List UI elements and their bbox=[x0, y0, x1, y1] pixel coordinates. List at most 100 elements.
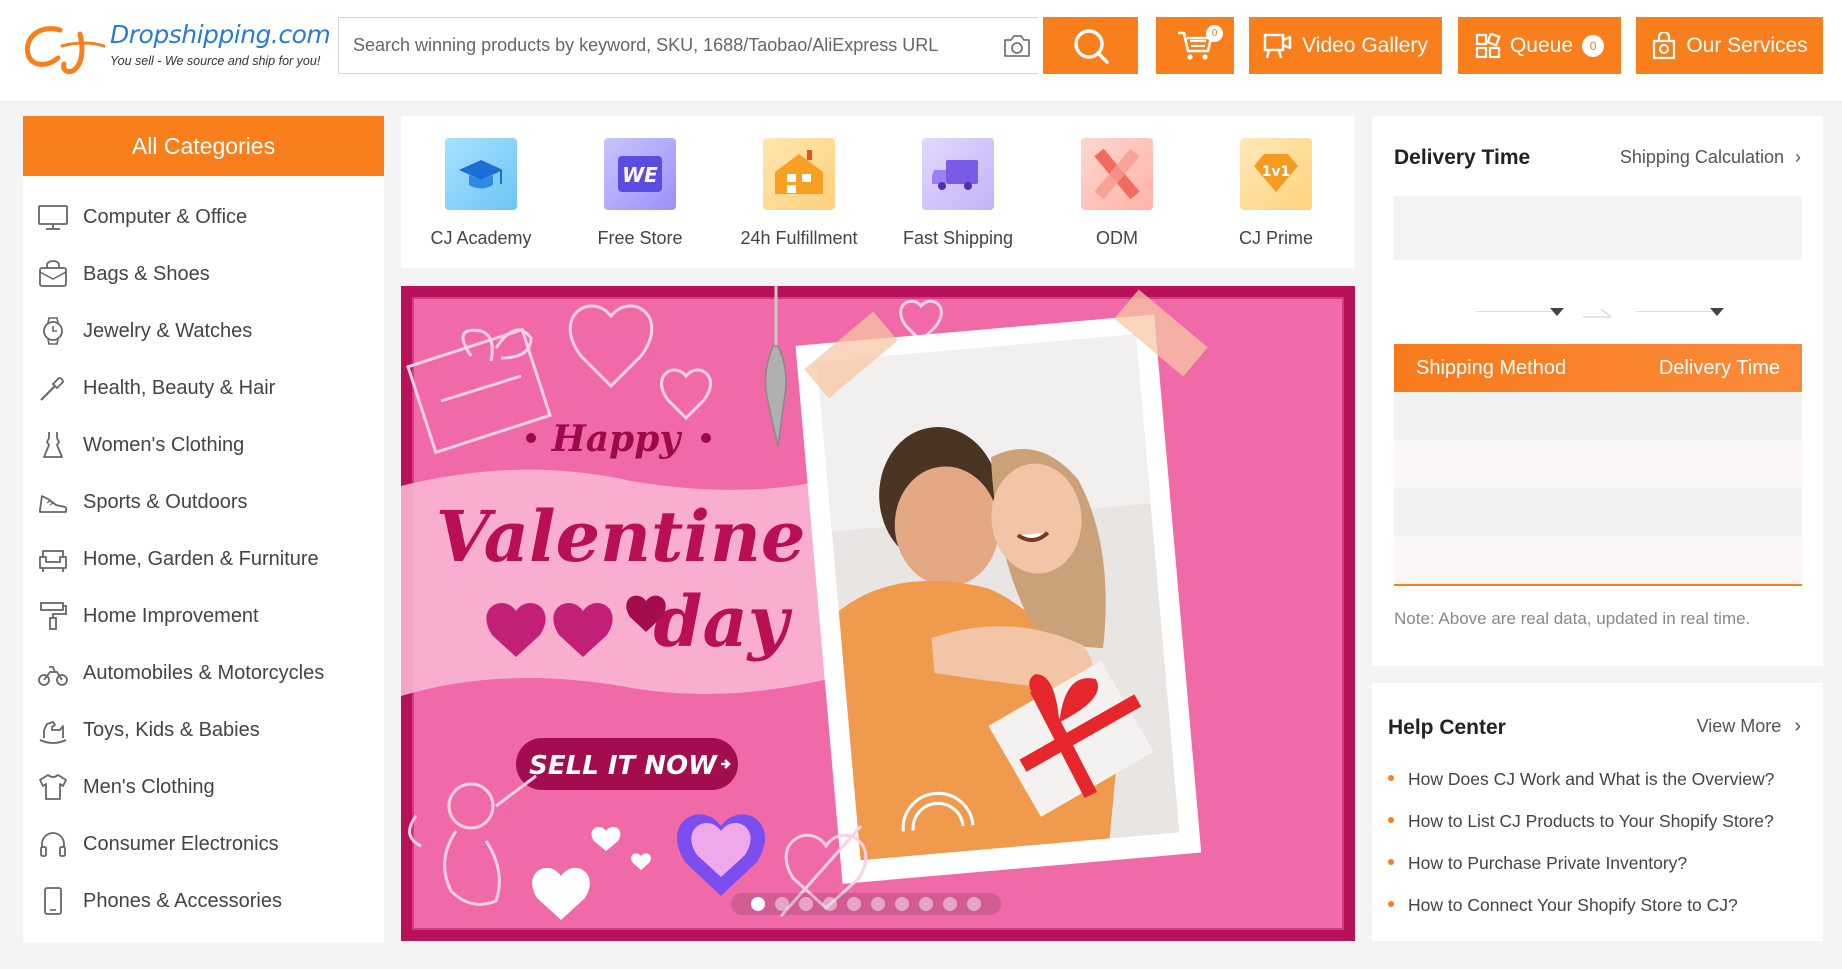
category-label: Women's Clothing bbox=[83, 433, 245, 456]
watch-icon bbox=[43, 317, 63, 345]
help-article-label: How to Purchase Private Inventory? bbox=[1408, 853, 1688, 873]
warehouse-icon bbox=[763, 138, 835, 210]
brush-icon bbox=[40, 377, 64, 401]
to-country-select[interactable] bbox=[1636, 300, 1731, 324]
category-label: Consumer Electronics bbox=[83, 832, 279, 855]
rocking-horse-icon bbox=[39, 721, 67, 744]
shipping-calculation-link[interactable]: Shipping Calculation › bbox=[1620, 147, 1801, 168]
quick-link-label: Fast Shipping bbox=[902, 228, 1014, 248]
diamond-1v1-icon: 1v1 bbox=[1240, 138, 1312, 210]
motorcycle-icon bbox=[38, 666, 68, 686]
our-services-button[interactable]: Our Services bbox=[1636, 17, 1823, 74]
table-row bbox=[1394, 440, 1802, 488]
category-label: Home, Garden & Furniture bbox=[83, 547, 319, 570]
delivery-note: Note: Above are real data, updated in re… bbox=[1394, 609, 1751, 628]
valentines-banner-art: Happy Valentine's day SELL IT NOW bbox=[401, 286, 1344, 930]
headphones-icon bbox=[40, 832, 66, 857]
view-more-link[interactable]: View More › bbox=[1697, 715, 1801, 738]
site-logo[interactable]: Dropshipping.com You sell - We source an… bbox=[22, 18, 332, 78]
delivery-time-panel: Delivery Time Shipping Calculation › Shi… bbox=[1372, 116, 1823, 666]
delivery-product-placeholder bbox=[1394, 196, 1802, 260]
search-input[interactable] bbox=[353, 18, 973, 73]
category-toys-kids-babies[interactable]: Toys, Kids & Babies bbox=[23, 705, 384, 755]
all-categories-header[interactable]: All Categories bbox=[23, 116, 384, 176]
help-center-panel: Help Center View More › How Does CJ Work… bbox=[1372, 683, 1823, 941]
delivery-table: Shipping Method Delivery Time bbox=[1394, 344, 1802, 586]
table-row bbox=[1394, 536, 1802, 584]
category-label: Bags & Shoes bbox=[83, 262, 210, 285]
quick-link-cj-prime[interactable]: 1v1 CJ Prime bbox=[1201, 138, 1351, 249]
graduation-cap-icon bbox=[445, 138, 517, 210]
banner-pagination bbox=[731, 893, 1001, 915]
video-icon bbox=[1263, 33, 1292, 58]
route-arrow-icon bbox=[1583, 308, 1612, 318]
category-label: Sports & Outdoors bbox=[83, 490, 248, 513]
category-womens-clothing[interactable]: Women's Clothing bbox=[23, 420, 384, 470]
delivery-table-header: Shipping Method Delivery Time bbox=[1394, 344, 1802, 392]
category-label: Home Improvement bbox=[83, 604, 259, 627]
category-jewelry-watches[interactable]: Jewelry & Watches bbox=[23, 306, 384, 356]
banner-dot[interactable] bbox=[823, 897, 837, 911]
video-gallery-label: Video Gallery bbox=[1302, 33, 1428, 57]
logo-tagline: You sell - We source and ship for you! bbox=[110, 54, 321, 68]
banner-dot[interactable] bbox=[775, 897, 789, 911]
banner-dot[interactable] bbox=[943, 897, 957, 911]
services-icon bbox=[1653, 31, 1676, 59]
help-article-link[interactable]: How to List CJ Products to Your Shopify … bbox=[1388, 811, 1774, 832]
quick-link-label: CJ Academy bbox=[430, 228, 532, 248]
category-bags-shoes[interactable]: Bags & Shoes bbox=[23, 249, 384, 299]
queue-button[interactable]: Queue 0 bbox=[1458, 17, 1621, 74]
quick-link-fast-shipping[interactable]: Fast Shipping bbox=[883, 138, 1033, 249]
category-health-beauty-hair[interactable]: Health, Beauty & Hair bbox=[23, 363, 384, 413]
banner-dot[interactable] bbox=[967, 897, 981, 911]
queue-label: Queue bbox=[1509, 33, 1574, 57]
search-box bbox=[338, 17, 1038, 74]
category-label: Automobiles & Motorcycles bbox=[83, 661, 325, 684]
search-icon bbox=[1073, 28, 1109, 64]
category-consumer-electronics[interactable]: Consumer Electronics bbox=[23, 819, 384, 869]
cart-button[interactable]: 0 bbox=[1156, 17, 1234, 74]
camera-icon[interactable] bbox=[1002, 32, 1032, 60]
quick-link-label: 24h Fulfillment bbox=[740, 228, 858, 248]
category-label: Toys, Kids & Babies bbox=[83, 718, 260, 741]
happy-text: Happy bbox=[551, 418, 683, 460]
category-label: Health, Beauty & Hair bbox=[83, 376, 276, 399]
category-home-improvement[interactable]: Home Improvement bbox=[23, 591, 384, 641]
banner-dot[interactable] bbox=[895, 897, 909, 911]
category-automobiles-motorcycles[interactable]: Automobiles & Motorcycles bbox=[23, 648, 384, 698]
banner-dot[interactable] bbox=[847, 897, 861, 911]
help-article-link[interactable]: How Does CJ Work and What is the Overvie… bbox=[1388, 769, 1774, 790]
video-gallery-button[interactable]: Video Gallery bbox=[1249, 17, 1442, 74]
promo-banner[interactable]: Happy Valentine's day SELL IT NOW bbox=[401, 286, 1355, 941]
quick-link-label: Free Store bbox=[597, 228, 683, 248]
banner-dot[interactable] bbox=[919, 897, 933, 911]
valentines-text: Valentine's bbox=[436, 495, 866, 578]
quick-link-24h-fulfillment[interactable]: 24h Fulfillment bbox=[724, 138, 874, 249]
category-phones-accessories[interactable]: Phones & Accessories bbox=[23, 876, 384, 926]
from-country-select[interactable] bbox=[1476, 300, 1571, 324]
quick-link-free-store[interactable]: WE Free Store bbox=[565, 138, 715, 249]
help-article-link[interactable]: How to Connect Your Shopify Store to CJ? bbox=[1388, 895, 1738, 916]
banner-dot[interactable] bbox=[871, 897, 885, 911]
category-sports-outdoors[interactable]: Sports & Outdoors bbox=[23, 477, 384, 527]
search-button[interactable] bbox=[1043, 17, 1138, 74]
sofa-icon bbox=[39, 550, 67, 572]
help-article-label: How to List CJ Products to Your Shopify … bbox=[1408, 811, 1774, 831]
cj-logo-icon bbox=[24, 26, 106, 75]
bag-icon bbox=[39, 260, 67, 287]
banner-dot[interactable] bbox=[751, 897, 765, 911]
quick-link-cj-academy[interactable]: CJ Academy bbox=[406, 138, 556, 249]
category-mens-clothing[interactable]: Men's Clothing bbox=[23, 762, 384, 812]
category-menu: All Categories Computer & Office Bags & … bbox=[23, 116, 384, 942]
banner-dot[interactable] bbox=[799, 897, 813, 911]
truck-icon bbox=[922, 138, 994, 210]
sell-it-now-label: SELL IT NOW bbox=[529, 751, 718, 781]
ruler-pencil-icon bbox=[1081, 138, 1153, 210]
category-home-garden-furniture[interactable]: Home, Garden & Furniture bbox=[23, 534, 384, 584]
bullet-dot bbox=[1388, 817, 1394, 824]
quick-link-odm[interactable]: ODM bbox=[1042, 138, 1192, 249]
category-computer-office[interactable]: Computer & Office bbox=[23, 192, 384, 242]
dropdown-arrow-icon bbox=[1550, 308, 1564, 316]
help-article-link[interactable]: How to Purchase Private Inventory? bbox=[1388, 853, 1687, 874]
cart-count-badge: 0 bbox=[1206, 25, 1223, 42]
